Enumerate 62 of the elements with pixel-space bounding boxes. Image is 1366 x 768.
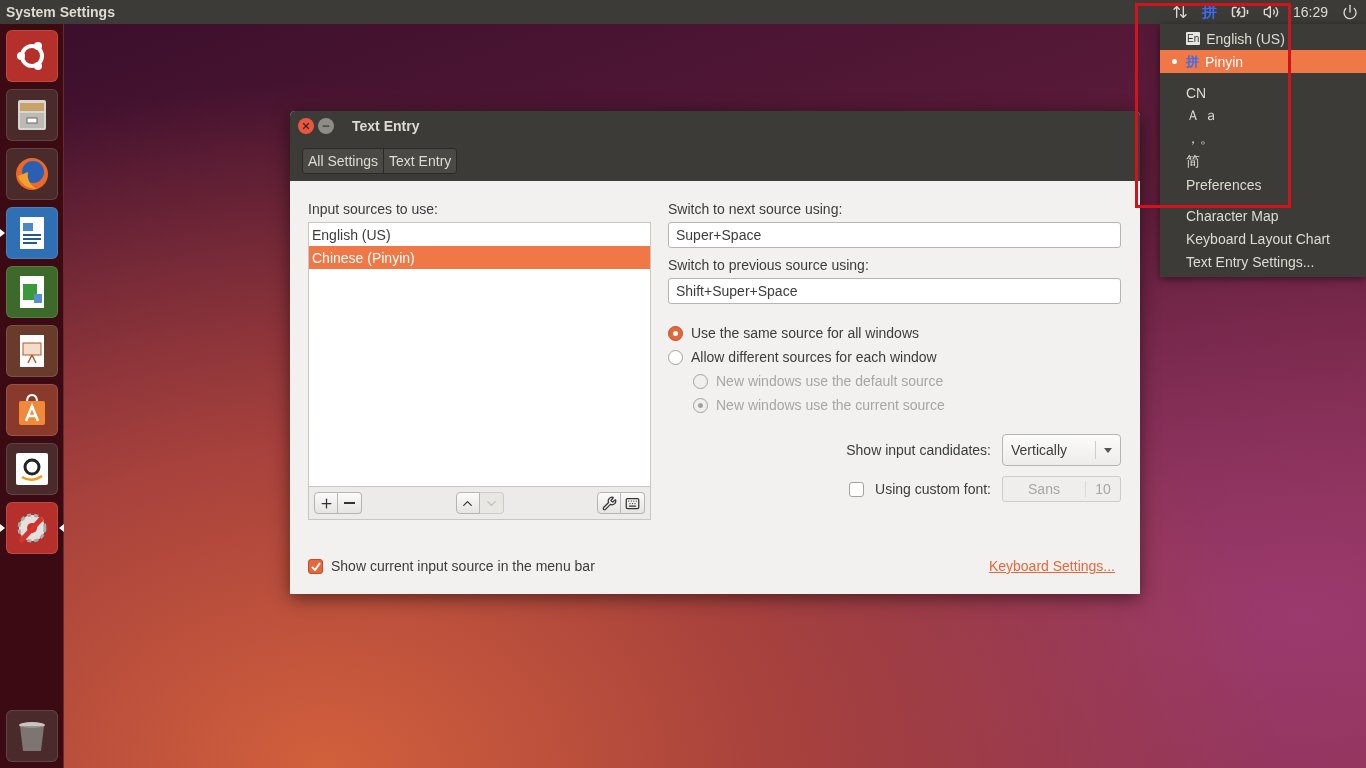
candidates-dropdown[interactable]: Vertically [1002, 434, 1121, 466]
clock[interactable]: 16:29 [1292, 4, 1328, 20]
launcher-button[interactable] [5, 266, 58, 318]
move-up-button[interactable] [455, 492, 480, 514]
checkbox-label: Using custom font: [875, 481, 991, 497]
power-icon[interactable] [1342, 4, 1358, 20]
radio-label: New windows use the default source [716, 373, 944, 389]
dropdown-caret-icon [1104, 447, 1112, 453]
shortcut-field[interactable]: Shift+Super+Space [668, 278, 1121, 304]
volume-icon[interactable] [1262, 4, 1279, 20]
keyboard-layout-button[interactable] [621, 492, 645, 514]
radio-button[interactable] [668, 349, 683, 365]
launcher-button[interactable] [5, 89, 58, 141]
checkbox[interactable] [308, 558, 323, 574]
launcher-button[interactable] [5, 148, 58, 200]
launcher-button[interactable] [5, 325, 58, 377]
menu-item[interactable]: CN [1160, 81, 1366, 104]
app-title: System Settings [6, 4, 116, 20]
window-title: Text Entry [352, 118, 420, 134]
close-icon [301, 121, 311, 131]
launcher-button[interactable] [5, 710, 58, 762]
configure-button[interactable] [597, 492, 621, 514]
selected-dot-icon [1172, 59, 1177, 64]
breadcrumb-button[interactable]: All Settings [303, 149, 384, 173]
shortcut-field[interactable]: Super+Space [668, 222, 1121, 248]
menu-item[interactable]: 简 [1160, 150, 1366, 173]
menu-item[interactable]: Preferences [1160, 173, 1366, 196]
list-label: Input sources to use: [308, 201, 439, 217]
menu-item[interactable]: Ａ ａ [1160, 104, 1366, 127]
close-button[interactable] [298, 118, 314, 134]
radio-label: Allow different sources for each window [691, 349, 937, 365]
launcher-button[interactable] [5, 443, 58, 495]
launcher-button[interactable] [5, 30, 58, 82]
menu-item-label: Pinyin [1205, 53, 1244, 70]
breadcrumb-button[interactable]: Text Entry [383, 149, 457, 173]
launcher-button[interactable] [5, 502, 58, 554]
source-symbol: 拼 [1186, 52, 1199, 71]
field-label: Switch to next source using: [668, 201, 844, 217]
remove-button[interactable] [338, 492, 362, 514]
launcher-button[interactable] [5, 207, 58, 259]
menu-item-label: English (US) [1206, 30, 1285, 47]
menu-item[interactable]: En English (US) [1160, 27, 1366, 50]
source-symbol: En [1186, 32, 1201, 45]
menu-item[interactable]: Keyboard Layout Chart [1160, 227, 1366, 250]
list-item[interactable]: English (US) [309, 223, 650, 246]
wrench-icon [601, 495, 617, 511]
menu-item[interactable]: ，。 [1160, 127, 1366, 150]
network-icon[interactable] [1171, 4, 1188, 20]
radio-label: New windows use the current source [716, 397, 945, 413]
add-button[interactable] [314, 492, 338, 514]
radio-button[interactable] [668, 325, 683, 341]
plus-icon [318, 495, 334, 511]
keyboard-icon [625, 495, 640, 511]
minus-icon [344, 502, 355, 504]
minimize-button[interactable] [318, 118, 334, 134]
launcher-button[interactable] [5, 384, 58, 436]
field-label: Switch to previous source using: [668, 257, 870, 273]
radio-label: Use the same source for all windows [691, 325, 919, 341]
dropdown-label: Show input candidates: [846, 442, 991, 458]
menu-item[interactable]: Character Map [1160, 204, 1366, 227]
checkbox-label: Show current input source in the menu bar [331, 558, 595, 574]
menu-item[interactable]: Text Entry Settings... [1160, 250, 1366, 273]
